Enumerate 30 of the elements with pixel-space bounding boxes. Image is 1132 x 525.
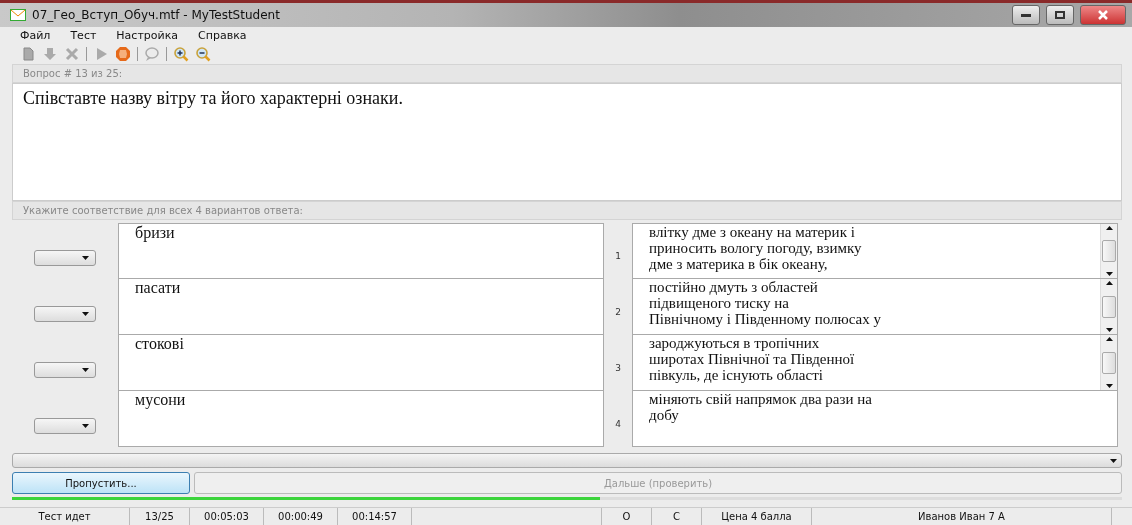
menu-item[interactable]: Файл [20,29,51,42]
status-text: О [602,508,652,525]
question-text: Співставте назву вітру та його характерні ознаки. [12,83,1122,201]
status-text: Тест идет [0,508,130,525]
option-number: 2 [614,306,622,319]
status-text: 00:00:49 [264,508,338,525]
definition-text: зароджуються в тропічних широтах Північної та Південної півкуль, де існують області [648,335,856,385]
status-text: 13/25 [130,508,190,525]
term-text: пасати [118,278,604,335]
instruction-label: Укажите соответствие для всех 4 вариантов ответа: [12,201,1122,220]
status-text: Цена 4 балла [702,508,812,525]
option-number: 4 [614,418,622,431]
skip-button[interactable]: Пропустить... [12,472,190,494]
definition-text: постійно дмуть з областей підвищеного тиску на Північному і Південному полюсах у [648,279,882,329]
status-text: Иванов Иван 7 А [812,508,1112,525]
definition-text: влітку дме з океану на материк і приносить вологу погоду, взимку дме з материка в бік океану, [648,224,863,274]
definition-text: міняють свій напрямок два рази на добу [648,391,873,425]
status-text: 00:05:03 [190,508,264,525]
status-text: 00:14:57 [338,508,412,525]
option-number: 3 [614,362,622,375]
term-text: стокові [118,334,604,391]
menu-item[interactable]: Настройка [116,29,179,42]
window-title: 07_Гео_Вступ_Обуч.mtf - MyTestStudent [32,8,281,22]
question-number: Вопрос # 13 из 25: [12,64,1122,83]
menu-item[interactable]: Тест [70,29,97,42]
status-text: С [652,508,702,525]
option-number: 1 [614,250,622,263]
menu-item[interactable]: Справка [198,29,247,42]
term-text: мусони [118,390,604,447]
term-text: бризи [118,223,604,279]
